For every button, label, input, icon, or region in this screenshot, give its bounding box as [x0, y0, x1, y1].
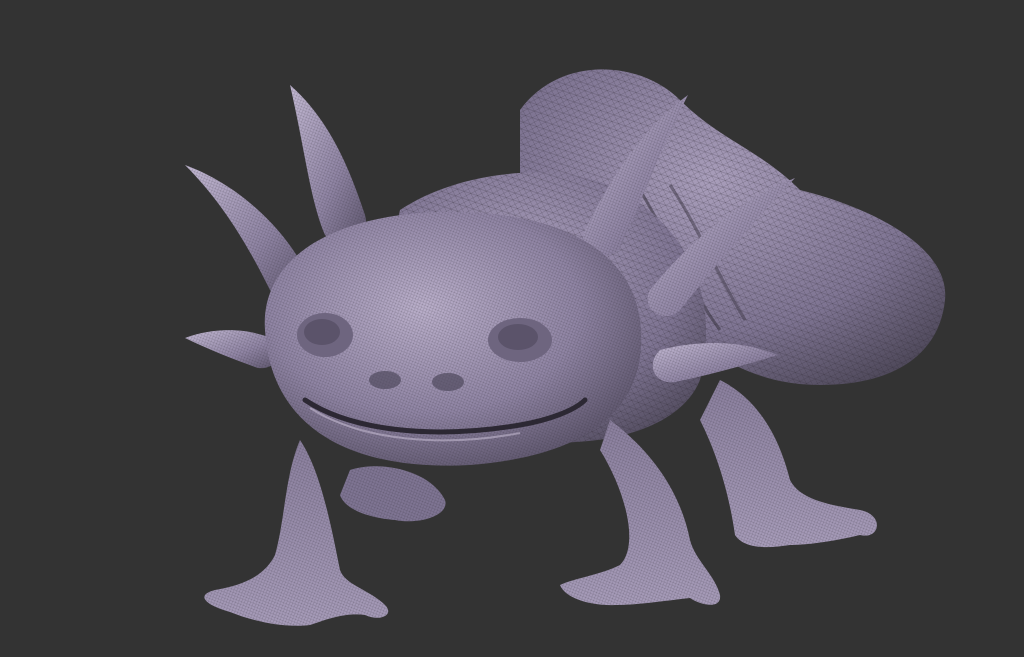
axolotl-model	[185, 69, 946, 626]
back-right-leg	[700, 380, 877, 548]
right-nostril	[432, 373, 464, 391]
left-nostril	[369, 371, 401, 389]
back-left-leg	[340, 466, 446, 522]
front-right-leg	[560, 420, 721, 606]
head	[264, 211, 642, 466]
3d-viewport[interactable]	[0, 0, 1024, 657]
